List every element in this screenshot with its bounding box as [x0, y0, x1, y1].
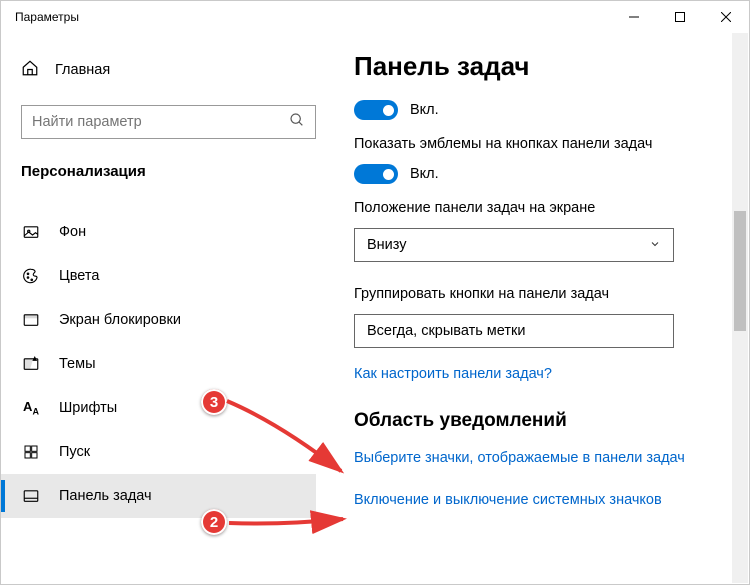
link-select-icons[interactable]: Выберите значки, отображаемые в панели з…	[354, 450, 749, 466]
dropdown-value: Внизу	[367, 237, 407, 253]
themes-icon	[21, 355, 41, 373]
category-heading: Персонализация	[21, 163, 316, 180]
home-icon	[21, 59, 39, 81]
sidebar-item-label: Экран блокировки	[59, 312, 181, 328]
help-link[interactable]: Как настроить панели задач?	[354, 366, 749, 382]
sidebar-item-background[interactable]: Фон	[1, 210, 316, 254]
close-button[interactable]	[703, 1, 749, 33]
dropdown-taskbar-position[interactable]: Внизу	[354, 228, 674, 262]
home-label: Главная	[55, 62, 110, 78]
sidebar-item-label: Шрифты	[59, 400, 117, 416]
toggle-badges[interactable]	[354, 164, 398, 184]
fonts-icon: AA	[21, 399, 41, 417]
sidebar-item-label: Фон	[59, 224, 86, 240]
sidebar-item-start[interactable]: Пуск	[1, 430, 316, 474]
taskbar-icon	[21, 487, 41, 505]
annotation-badge-3: 3	[201, 389, 227, 415]
sidebar-item-taskbar[interactable]: Панель задач	[1, 474, 316, 518]
image-icon	[21, 223, 41, 241]
setting-group-buttons: Группировать кнопки на панели задач	[354, 286, 749, 302]
section-notification-area: Область уведомлений	[354, 410, 749, 432]
scrollbar[interactable]	[732, 33, 748, 583]
search-field[interactable]	[32, 114, 289, 130]
sidebar-item-colors[interactable]: Цвета	[1, 254, 316, 298]
annotation-badge-2: 2	[201, 509, 227, 535]
maximize-button[interactable]	[657, 1, 703, 33]
sidebar-item-fonts[interactable]: AA Шрифты	[1, 386, 316, 430]
sidebar-item-lockscreen[interactable]: Экран блокировки	[1, 298, 316, 342]
window-title: Параметры	[15, 10, 79, 24]
sidebar-item-themes[interactable]: Темы	[1, 342, 316, 386]
minimize-button[interactable]	[611, 1, 657, 33]
chevron-down-icon	[649, 238, 661, 253]
dropdown-group-buttons[interactable]: Всегда, скрывать метки	[354, 314, 674, 348]
sidebar-item-label: Панель задач	[59, 488, 152, 504]
sidebar-item-label: Пуск	[59, 444, 90, 460]
palette-icon	[21, 267, 41, 285]
scrollbar-thumb[interactable]	[734, 211, 746, 331]
start-icon	[21, 444, 41, 460]
dropdown-value: Всегда, скрывать метки	[367, 323, 525, 339]
window-controls	[611, 1, 749, 33]
toggle-badges-primary[interactable]	[354, 100, 398, 120]
page-title: Панель задач	[354, 51, 749, 82]
lockscreen-icon	[21, 311, 41, 329]
home-link[interactable]: Главная	[21, 53, 316, 87]
toggle-label: Вкл.	[410, 166, 439, 182]
main-panel: Панель задач Вкл. Показать эмблемы на кн…	[336, 33, 749, 584]
search-icon	[289, 112, 305, 133]
setting-taskbar-position: Положение панели задач на экране	[354, 200, 749, 216]
sidebar: Главная Персонализация Фон Цвета Экран б…	[1, 33, 336, 584]
search-input[interactable]	[21, 105, 316, 139]
setting-show-badges: Показать эмблемы на кнопках панели задач	[354, 136, 749, 152]
link-system-icons[interactable]: Включение и выключение системных значков	[354, 492, 749, 508]
sidebar-item-label: Темы	[59, 356, 96, 372]
toggle-label: Вкл.	[410, 102, 439, 118]
sidebar-item-label: Цвета	[59, 268, 99, 284]
